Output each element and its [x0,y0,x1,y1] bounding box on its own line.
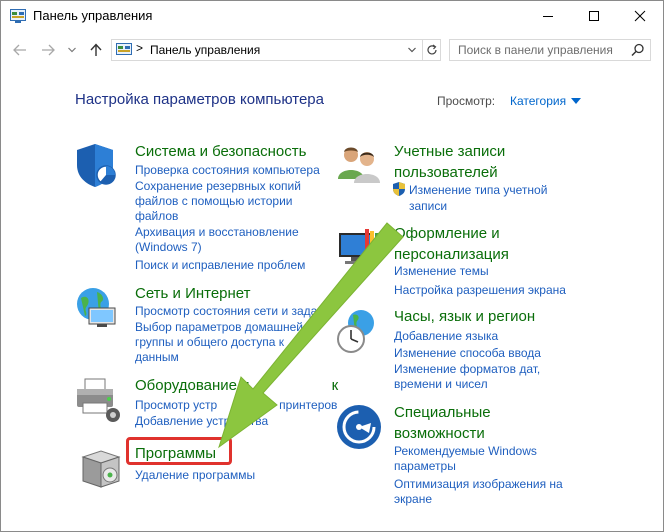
search-icon[interactable] [630,43,646,57]
recent-locations-button[interactable] [63,41,81,59]
category-hardware-sound[interactable]: Оборудование и к [135,375,338,396]
back-button[interactable] [11,41,29,59]
shield-icon[interactable] [73,141,121,189]
link-view-devices-printers[interactable]: Просмотр устр принтеров [135,398,337,413]
address-dropdown-button[interactable] [402,40,422,60]
navigation-bar: > Панель управления [1,33,663,67]
up-arrow-icon [90,43,102,56]
view-by-dropdown[interactable]: Категория [510,94,566,108]
search-box[interactable] [449,39,651,61]
monitor-paint-icon[interactable] [335,225,383,273]
link-file-history-line2[interactable]: файлов с помощью истории [135,194,292,209]
users-icon[interactable] [335,141,383,189]
maximize-icon [589,11,599,21]
link-view-devices-tail[interactable]: принтеров [279,398,337,412]
title-bar: Панель управления [1,1,663,31]
link-view-devices-label[interactable]: Просмотр устр [135,398,217,412]
chevron-down-icon [408,47,416,53]
up-button[interactable] [87,41,105,59]
link-backup-restore[interactable]: Архивация и восстановление [135,225,299,240]
link-homegroup-line2[interactable]: группы и общего доступа к [135,335,284,350]
forward-arrow-icon [42,44,55,56]
link-recommended-settings-line2[interactable]: параметры [394,459,456,474]
link-change-account-type-line2[interactable]: записи [409,199,447,214]
close-icon [634,10,646,22]
category-appearance-line1[interactable]: Оформление и [394,223,509,244]
category-user-accounts[interactable]: Учетные записи пользователей [394,141,505,183]
programs-highlight-box [126,437,232,465]
link-backup-restore-line2[interactable]: (Windows 7) [135,240,202,255]
clock-globe-icon[interactable] [335,307,383,355]
link-uninstall-program[interactable]: Удаление программы [135,468,255,483]
link-file-history-line3[interactable]: файлов [135,209,178,224]
link-recommended-settings[interactable]: Рекомендуемые Windows [394,444,537,459]
category-ease-of-access-line2[interactable]: возможности [394,423,491,444]
close-button[interactable] [617,1,663,31]
control-panel-icon [10,9,26,23]
link-homegroup[interactable]: Выбор параметров домашней [135,320,303,335]
link-optimize-display[interactable]: Оптимизация изображения на [394,477,563,492]
uac-shield-icon [393,182,405,196]
printer-icon[interactable] [73,375,121,423]
link-change-date-format[interactable]: Изменение форматов дат, [394,362,540,377]
link-troubleshoot[interactable]: Поиск и исправление проблем [135,258,305,273]
category-network-internet[interactable]: Сеть и Интернет [135,283,251,304]
link-check-computer-status[interactable]: Проверка состояния компьютера [135,163,320,178]
forward-button[interactable] [39,41,57,59]
window-title: Панель управления [33,8,153,23]
category-user-accounts-line2[interactable]: пользователей [394,162,505,183]
category-clock-region[interactable]: Часы, язык и регион [394,306,535,327]
caret-down-icon[interactable] [571,98,581,104]
link-change-theme[interactable]: Изменение темы [394,264,489,279]
control-panel-icon [116,43,132,55]
refresh-button[interactable] [422,40,441,60]
category-hardware-sound-label[interactable]: Оборудование и [135,377,250,394]
breadcrumb-separator[interactable]: > [136,41,143,55]
link-optimize-display-line2[interactable]: экране [394,492,432,507]
link-screen-resolution[interactable]: Настройка разрешения экрана [394,283,566,298]
network-globe-icon[interactable] [73,284,121,332]
programs-box-icon[interactable] [77,445,125,493]
link-file-history[interactable]: Сохранение резервных копий [135,179,301,194]
page-title: Настройка параметров компьютера [75,91,324,108]
address-bar[interactable]: > Панель управления [111,39,441,61]
back-arrow-icon [13,44,26,56]
link-homegroup-line3[interactable]: данным [135,350,179,365]
breadcrumb-control-panel[interactable]: Панель управления [150,43,260,57]
link-add-device[interactable]: Добавление устройства [135,414,268,429]
control-panel-window: Панель управления > Панель управления По… [0,0,664,532]
category-system-security[interactable]: Система и безопасность [135,141,306,162]
chevron-down-icon [68,47,76,53]
category-ease-of-access[interactable]: Специальные возможности [394,402,491,444]
minimize-button[interactable] [525,1,571,31]
ease-of-access-icon[interactable] [335,403,383,451]
link-change-date-format-line2[interactable]: времени и чисел [394,377,488,392]
category-hardware-sound-tail[interactable]: к [332,377,339,394]
minimize-icon [543,16,553,17]
search-input[interactable] [450,40,626,60]
maximize-button[interactable] [571,1,617,31]
link-change-account-type[interactable]: Изменение типа учетной [409,183,547,198]
link-change-input-method[interactable]: Изменение способа ввода [394,346,541,361]
view-by-label: Просмотр: [437,94,496,108]
category-appearance-line2[interactable]: персонализация [394,244,509,265]
category-appearance[interactable]: Оформление и персонализация [394,223,509,265]
category-user-accounts-line1[interactable]: Учетные записи [394,141,505,162]
link-network-status[interactable]: Просмотр состояния сети и задач [135,304,323,319]
category-ease-of-access-line1[interactable]: Специальные [394,402,491,423]
refresh-icon [427,44,437,55]
link-add-language[interactable]: Добавление языка [394,329,498,344]
